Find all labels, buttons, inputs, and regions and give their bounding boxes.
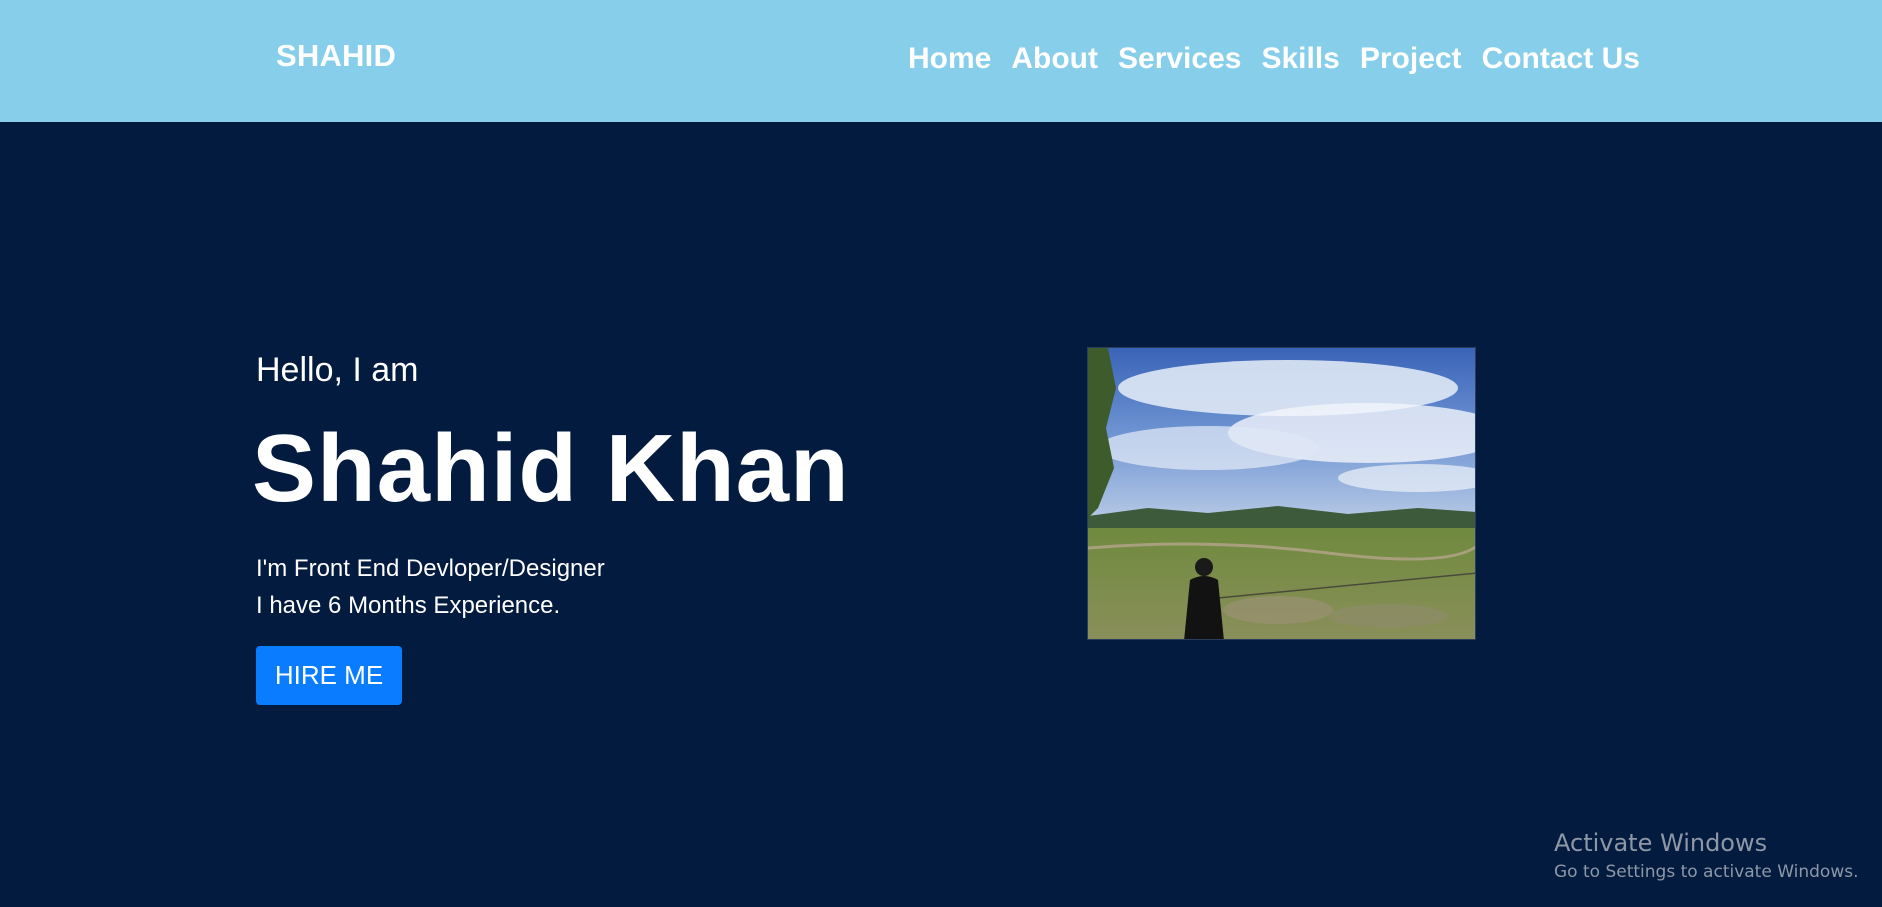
nav-link-project[interactable]: Project bbox=[1360, 42, 1462, 76]
hero-tagline: I'm Front End Devloper/Designer I have 6… bbox=[256, 550, 605, 624]
nav-link-home[interactable]: Home bbox=[908, 42, 991, 76]
hero-experience: I have 6 Months Experience. bbox=[256, 592, 561, 619]
activate-windows-subtitle: Go to Settings to activate Windows. bbox=[1554, 862, 1859, 882]
hire-me-button[interactable]: HIRE ME bbox=[256, 646, 402, 705]
landscape-photo-image bbox=[1088, 348, 1475, 639]
nav-link-about[interactable]: About bbox=[1011, 42, 1098, 76]
profile-photo bbox=[1087, 347, 1476, 640]
hero-greeting: Hello, I am bbox=[256, 351, 419, 389]
nav-link-contact-us[interactable]: Contact Us bbox=[1482, 42, 1640, 76]
brand-logo[interactable]: SHAHID bbox=[276, 38, 396, 74]
hero-role: I'm Front End Devloper/Designer bbox=[256, 555, 605, 582]
navbar: SHAHID Home About Services Skills Projec… bbox=[0, 0, 1882, 122]
nav-link-skills[interactable]: Skills bbox=[1261, 42, 1339, 76]
hero-section: Hello, I am Shahid Khan I'm Front End De… bbox=[0, 122, 1882, 907]
hero-name: Shahid Khan bbox=[252, 415, 850, 522]
activate-windows-title: Activate Windows bbox=[1554, 829, 1768, 857]
nav-links: Home About Services Skills Project Conta… bbox=[908, 42, 1640, 76]
nav-link-services[interactable]: Services bbox=[1118, 42, 1241, 76]
